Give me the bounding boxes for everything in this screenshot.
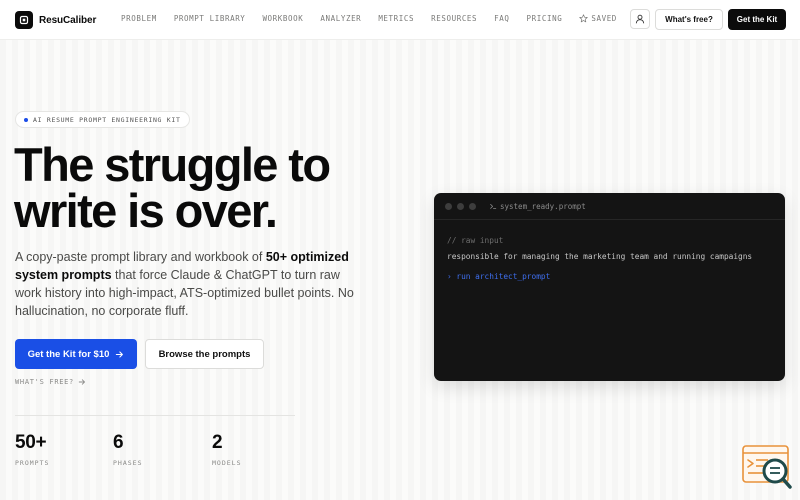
- stat-value: 6: [113, 432, 124, 453]
- terminal-body: // raw input responsible for managing th…: [434, 220, 785, 285]
- cta-primary-label: Get the Kit for $10: [27, 348, 110, 360]
- brand-name: ResuCaliber: [39, 14, 97, 26]
- nav-link-problem[interactable]: PROBLEM: [121, 14, 157, 23]
- arrow-right-icon: [78, 379, 85, 385]
- star-icon: [579, 14, 588, 23]
- stat-phases: 6 PHASES: [113, 432, 142, 467]
- get-kit-button[interactable]: Get the Kit: [728, 9, 786, 30]
- terminal-command: › run architect_prompt: [447, 272, 551, 281]
- badge-dot: [24, 117, 28, 122]
- stat-value: 2: [212, 432, 223, 453]
- stat-label: MODELS: [212, 459, 242, 467]
- terminal-window: system_ready.prompt // raw input respons…: [434, 193, 785, 381]
- nav-link-prompt-library[interactable]: PROMPT LIBRARY: [174, 14, 246, 23]
- hero-badge: AI RESUME PROMPT ENGINEERING KIT: [15, 111, 190, 128]
- stat-label: PHASES: [113, 459, 143, 467]
- browse-prompts-button[interactable]: Browse the prompts: [145, 339, 264, 369]
- stats-divider: [15, 415, 295, 416]
- nav-link-workbook[interactable]: WORKBOOK: [262, 14, 303, 23]
- stat-value: 50+: [15, 432, 47, 453]
- brand[interactable]: ResuCaliber: [15, 11, 96, 29]
- arrow-right-icon: [116, 350, 124, 358]
- window-dot: [445, 202, 452, 210]
- window-dot: [469, 202, 476, 210]
- stat-models: 2 MODELS: [212, 432, 241, 467]
- get-kit-cta-button[interactable]: Get the Kit for $10: [15, 339, 137, 369]
- subtext-intro: A copy-paste prompt library and workbook…: [15, 250, 266, 264]
- window-dot: [457, 202, 464, 210]
- nav-links: PROBLEM PROMPT LIBRARY WORKBOOK ANALYZER…: [121, 14, 617, 23]
- headline-line-2: write is over.: [14, 184, 278, 237]
- user-icon: [635, 14, 645, 24]
- whats-free-link-label: WHAT'S FREE?: [15, 378, 74, 386]
- top-nav: ResuCaliber PROBLEM PROMPT LIBRARY WORKB…: [0, 0, 800, 40]
- brand-logo-icon: [15, 11, 33, 29]
- terminal-comment: // raw input: [447, 236, 504, 245]
- stat-prompts: 50+ PROMPTS: [15, 432, 49, 467]
- terminal-icon: [490, 204, 497, 209]
- hero-headline: The struggle to write is over.: [14, 141, 414, 237]
- nav-link-faq[interactable]: FAQ: [494, 14, 509, 23]
- nav-link-saved[interactable]: SAVED: [579, 14, 617, 23]
- nav-link-metrics[interactable]: METRICS: [378, 14, 414, 23]
- nav-link-resources[interactable]: RESOURCES: [431, 14, 477, 23]
- account-button[interactable]: [630, 9, 650, 29]
- terminal-raw-input: responsible for managing the marketing t…: [447, 252, 753, 261]
- nav-link-analyzer[interactable]: ANALYZER: [320, 14, 361, 23]
- nav-link-pricing[interactable]: PRICING: [527, 14, 563, 23]
- terminal-title: system_ready.prompt: [500, 201, 586, 211]
- whats-free-button[interactable]: What's free?: [655, 9, 723, 30]
- hero-subtext: A copy-paste prompt library and workbook…: [15, 248, 360, 320]
- whats-free-link[interactable]: WHAT'S FREE?: [15, 378, 86, 386]
- saved-label: SAVED: [591, 14, 617, 23]
- code-search-icon: [742, 445, 792, 489]
- floating-search-widget[interactable]: [742, 445, 792, 489]
- stat-label: PROMPTS: [15, 459, 50, 467]
- terminal-titlebar: system_ready.prompt: [434, 193, 785, 220]
- badge-text: AI RESUME PROMPT ENGINEERING KIT: [33, 115, 181, 124]
